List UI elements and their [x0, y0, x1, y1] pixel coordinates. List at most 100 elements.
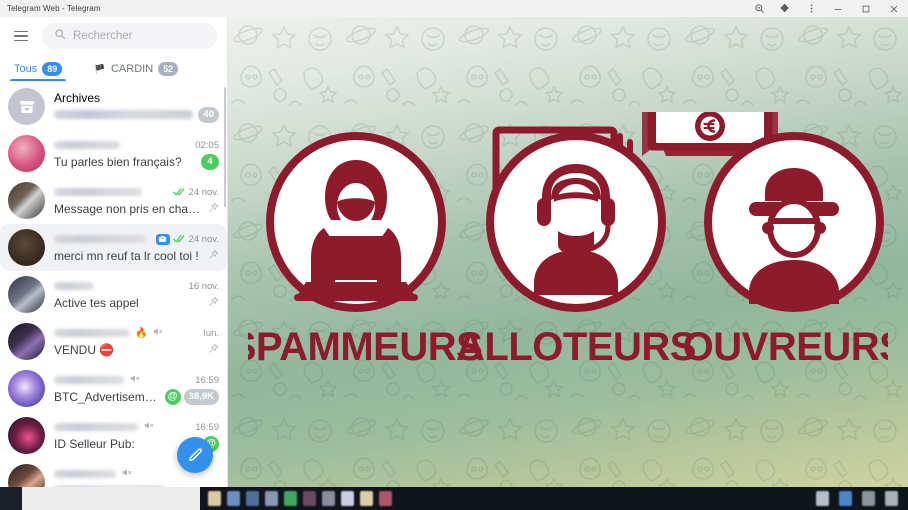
muted-icon	[143, 418, 154, 436]
chat-title-redacted	[54, 282, 94, 290]
minimize-icon[interactable]	[824, 0, 852, 17]
avatar	[8, 229, 45, 266]
chat-folder-tabs: Tous 89 🏴 CARDIN 52	[0, 55, 227, 81]
chat-preview-text: Active tes appel	[54, 295, 139, 310]
hamburger-menu-icon[interactable]	[8, 23, 34, 49]
chat-item-body: 24 nov. merci mn reuf ta lr cool toi !	[54, 232, 219, 263]
chat-timestamp: 16:59	[195, 374, 219, 386]
taskbar-window-preview[interactable]	[22, 487, 200, 510]
taskbar-icon-1[interactable]	[208, 491, 221, 506]
search-icon	[54, 27, 66, 45]
zoom-icon[interactable]	[746, 0, 772, 17]
window-controls	[746, 0, 908, 17]
tab-cardin[interactable]: 🏴 CARDIN 52	[84, 62, 188, 81]
chat-list-item[interactable]: 02:05 Tu parles bien français? 4	[0, 130, 227, 177]
chat-list-item[interactable]: 16 nov. Active tes appel	[0, 271, 227, 318]
chat-item-badges	[208, 341, 219, 359]
sidebar-header: Rechercher	[0, 17, 227, 55]
hooded-hacker-laptop-icon	[266, 132, 446, 312]
chat-timestamp: 24 nov.	[188, 233, 219, 245]
chat-item-meta: 16:59	[195, 422, 219, 433]
extensions-puzzle-icon[interactable]	[772, 0, 798, 17]
chat-list-scrollbar[interactable]	[223, 87, 226, 207]
tab-tous[interactable]: Tous 89	[4, 62, 72, 81]
search-placeholder: Rechercher	[73, 30, 133, 42]
chat-timestamp: 02:05	[195, 139, 219, 151]
avatar	[8, 370, 45, 407]
chat-list-item[interactable]: Archives 40	[0, 83, 227, 130]
fire-emoji-icon: 🔥	[135, 327, 148, 339]
taskbar-icon-7[interactable]	[322, 491, 335, 506]
mention-badge[interactable]: @	[164, 388, 181, 405]
taskbar-icon-5[interactable]	[284, 491, 297, 506]
pinned-icon	[208, 247, 219, 265]
chat-title-redacted	[54, 423, 138, 431]
muted-icon	[121, 465, 132, 483]
chat-item-titleline: 16:59	[54, 373, 219, 387]
chat-preview-text: Tu parles bien français?	[54, 154, 182, 169]
more-menu-icon[interactable]	[798, 0, 824, 17]
tray-icon-1[interactable]	[816, 491, 829, 506]
maximize-icon[interactable]	[852, 0, 880, 17]
chat-preview-text: merci mn reuf ta lr cool toi !	[54, 248, 199, 263]
chat-item-previewline: Tu parles bien français? 4	[54, 153, 219, 170]
chat-list-item[interactable]: 24 nov. Message non pris en charge	[0, 177, 227, 224]
poster-label-alloteurs: ALLOTEURS	[456, 325, 696, 369]
chat-item-badges	[208, 294, 219, 312]
close-icon[interactable]	[880, 0, 908, 17]
chat-preview-text: BTC_Advertisement …	[54, 389, 160, 404]
chat-item-previewline: merci mn reuf ta lr cool toi !	[54, 248, 219, 263]
chat-item-badges	[208, 200, 219, 218]
chat-item-titleline: Archives	[54, 91, 219, 105]
taskbar-icon-10[interactable]	[379, 491, 392, 506]
avatar	[8, 464, 45, 487]
taskbar-icon-6[interactable]	[303, 491, 316, 506]
chat-item-meta: 24 nov.	[155, 230, 219, 248]
chat-item-meta: 16 nov.	[189, 281, 219, 292]
search-input[interactable]: Rechercher	[42, 23, 217, 49]
chat-title: Archives	[54, 91, 101, 105]
read-receipt-icon	[172, 230, 186, 248]
chat-timestamp: lun.	[203, 327, 219, 339]
taskbar-app-icons[interactable]	[200, 491, 392, 506]
read-receipt-icon	[172, 183, 186, 201]
chat-item-body: 24 nov. Message non pris en charge	[54, 185, 219, 216]
chat-timestamp: 24 nov.	[188, 186, 219, 198]
chat-item-previewline: BTC_Advertisement … @38,9K	[54, 388, 219, 405]
tab-cardin-label: CARDIN	[110, 63, 154, 75]
taskbar-icon-9[interactable]	[360, 491, 373, 506]
chat-item-previewline: VENDU ⛔	[54, 342, 219, 357]
tray-icon-2[interactable]	[839, 491, 852, 506]
chat-list-item[interactable]: 16:59 BTC_Advertisement … @38,9K	[0, 365, 227, 412]
chat-timestamp: 16:59	[195, 421, 219, 433]
taskbar-icon-8[interactable]	[341, 491, 354, 506]
chat-item-badges	[208, 247, 219, 265]
tab-tous-count: 89	[42, 62, 63, 76]
chat-list[interactable]: Archives 40 02:05 Tu parles bien français? 4…	[0, 81, 227, 487]
avatar	[8, 417, 45, 454]
chat-title-redacted	[54, 470, 116, 478]
chat-item-titleline: 24 nov.	[54, 185, 219, 199]
tray-icon-3[interactable]	[862, 491, 875, 506]
compose-button[interactable]	[177, 437, 213, 473]
archive-icon	[8, 88, 45, 125]
chat-pane: SPAMMEURS ALLOTEURS OUVREURS	[228, 17, 908, 487]
bot-badge-icon	[155, 233, 170, 245]
taskbar-icon-3[interactable]	[246, 491, 259, 506]
chat-item-meta: 24 nov.	[172, 183, 219, 201]
unread-count-badge: 4	[201, 153, 219, 170]
taskbar-icon-4[interactable]	[265, 491, 278, 506]
screen: Telegram Web - Telegram Rechercher Tous …	[0, 0, 908, 510]
tray-icon-4[interactable]	[885, 491, 898, 506]
chat-list-item[interactable]: 24 nov. merci mn reuf ta lr cool toi !	[0, 224, 227, 271]
chat-list-item[interactable]: 🔥 lun. VENDU ⛔	[0, 318, 227, 365]
taskbar-icon-2[interactable]	[227, 491, 240, 506]
os-taskbar[interactable]	[0, 487, 908, 510]
taskbar-tray[interactable]	[816, 491, 908, 506]
chat-item-body: Archives 40	[54, 91, 219, 123]
taskbar-start-icon[interactable]	[0, 487, 22, 510]
chat-title-redacted	[54, 141, 120, 149]
chat-item-meta: lun.	[204, 328, 219, 339]
chat-item-badges: 40	[198, 106, 219, 123]
chat-preview-text: Message non pris en charge	[54, 201, 203, 216]
